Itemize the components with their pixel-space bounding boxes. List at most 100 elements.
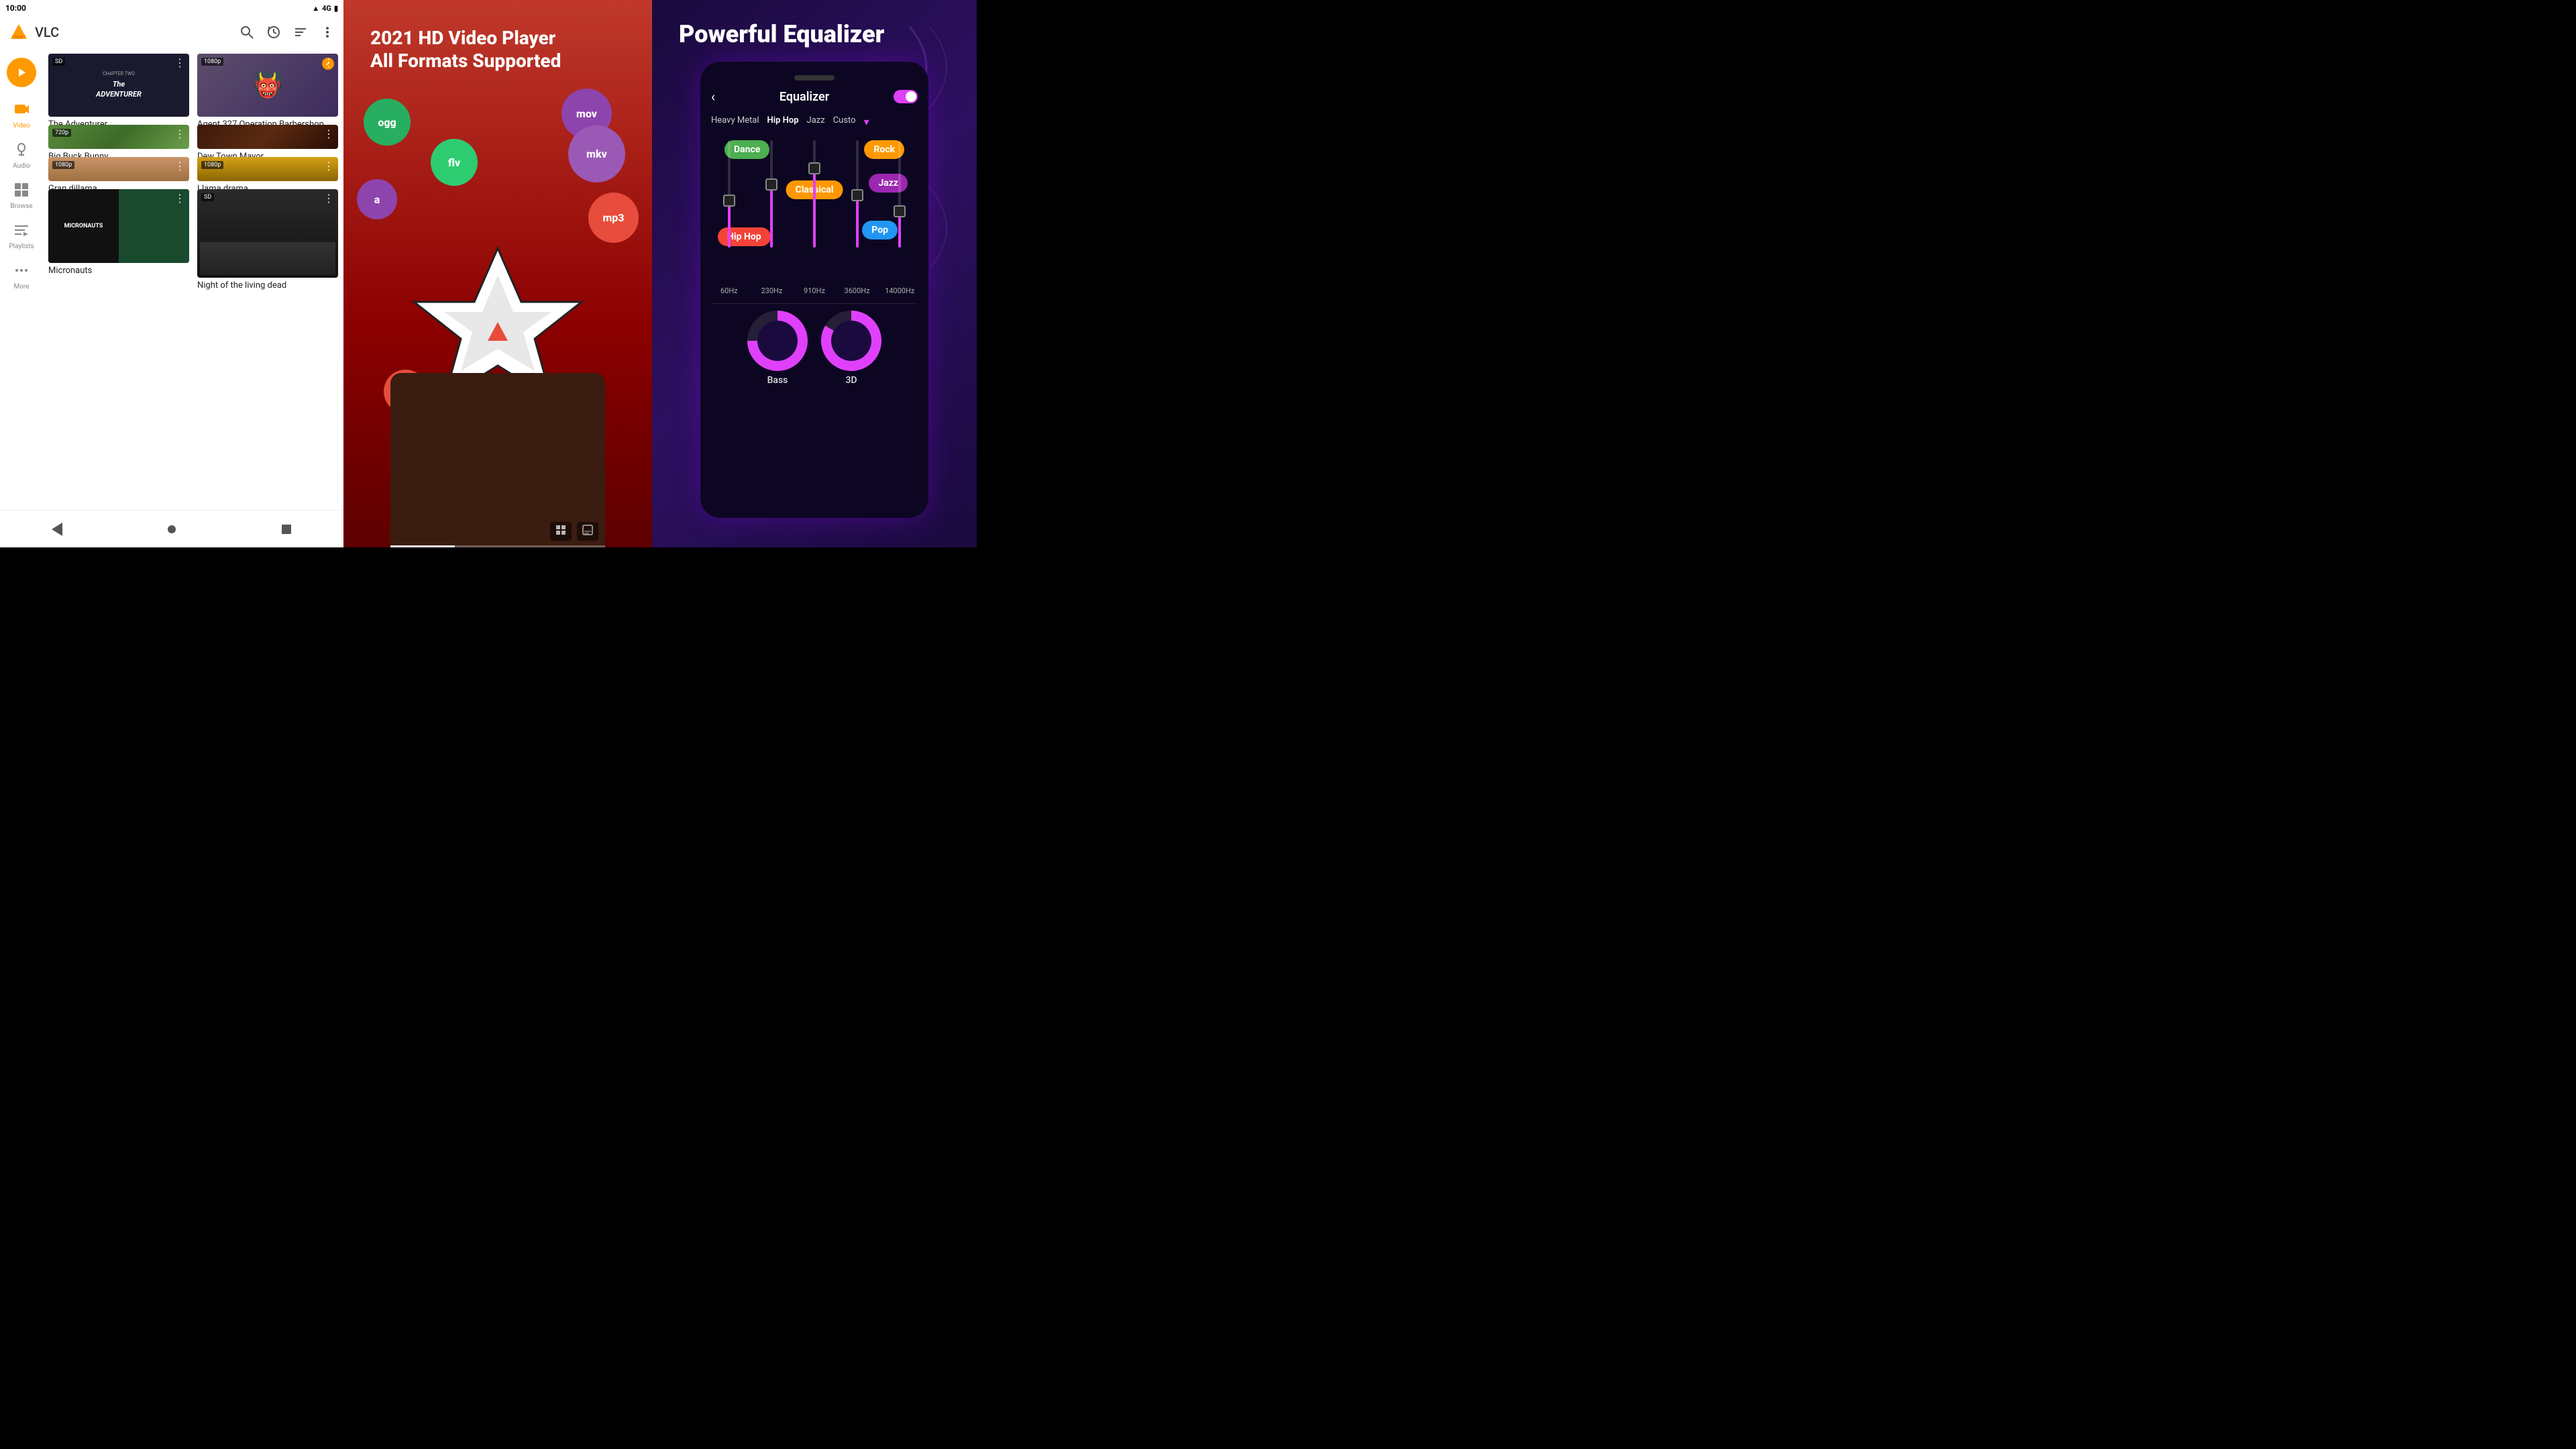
eq-toggle-dot [906,91,916,102]
play-icon[interactable] [7,58,36,87]
preset-heavymetal[interactable]: Heavy Metal [711,115,759,128]
freq-230hz: 230Hz [754,286,790,295]
middle-title: 2021 HD Video Player All Formats Support… [370,27,625,72]
eq-track-1 [728,140,731,248]
nav-browse[interactable]: Browse [3,177,40,215]
3d-knob[interactable] [821,311,881,371]
nav-playlists[interactable]: Playlists [3,217,40,255]
3d-knob-label: 3D [845,375,857,386]
more-icon-dewtown[interactable]: ⋮ [323,129,334,140]
eq-presets: Heavy Metal Hip Hop Jazz Custo ▾ [711,115,918,128]
hd-badge-bigbuck: 720p [52,129,71,137]
video-title-micro: Micronauts [48,266,189,277]
preset-custom[interactable]: Custo [833,115,856,128]
nav-audio[interactable]: Audio [3,137,40,174]
eq-freq-labels: 60Hz 230Hz 910Hz 3600Hz 14000Hz [711,286,918,295]
eq-bar-910hz [796,140,833,274]
video-card-micro[interactable]: MICRONAUTS ⋮ Micronauts [48,189,189,278]
video-card-night[interactable]: SD ⋮ Night of the living dead [197,189,338,278]
more-nav-icon [14,263,29,282]
freq-910hz: 910Hz [796,286,833,295]
app-title: VLC [35,24,233,40]
side-nav: Video Audio Browse Playlists [0,48,43,510]
recents-button[interactable] [273,516,300,543]
search-button[interactable] [239,24,255,40]
more-icon-adventurer[interactable]: ⋮ [174,58,185,68]
freq-14000hz: 14000Hz [881,286,918,295]
video-nav-label: Video [13,122,30,129]
progress-fill [390,545,455,547]
bass-knob-label: Bass [767,375,788,386]
eq-bar-60hz [711,140,747,274]
grid-icon [555,525,566,535]
home-button[interactable] [158,516,185,543]
vlc-panel: 10:00 ▲ 4G ▮ VLC [0,0,343,547]
video-title-night: Night of the living dead [197,280,338,292]
eq-bar-230hz [754,140,790,274]
eq-thumb-2[interactable] [765,178,777,191]
preset-hiphop[interactable]: Hip Hop [767,115,799,128]
eq-thumb-3[interactable] [808,162,820,174]
signal-icon: 4G [322,4,331,13]
video-card-dewtown[interactable]: ⋮ Dew Town Mayor 2 videos [197,125,338,149]
back-button[interactable] [44,516,70,543]
eq-thumb-5[interactable] [894,205,906,217]
eq-phone-mockup: ‹ Equalizer Heavy Metal Hip Hop Jazz Cus… [700,62,928,518]
playlists-nav-label: Playlists [9,243,34,250]
video-thumb-dewtown: ⋮ [197,125,338,149]
video-card-bigbuck[interactable]: 720p ⋮ Big Buck Bunny 9:56 [48,125,189,149]
toolbar-icons [239,24,335,40]
more-icon-llama[interactable]: ⋮ [323,161,334,172]
eq-thumb-1[interactable] [723,195,735,207]
home-icon [168,525,176,533]
eq-fill-4 [856,199,859,248]
eq-header-title: Equalizer [780,90,829,104]
middle-title-text: 2021 HD Video Player All Formats Support… [370,27,561,72]
bottom-nav [0,510,343,547]
bass-knob-container: Bass [747,311,808,386]
eq-bars-area: Dance Rock Jazz Classical Hip Hop Pop [711,133,918,281]
more-nav-label: More [13,283,29,290]
recents-icon [282,525,291,534]
video-thumb-llama: 1080p ⋮ [197,157,338,181]
nav-video[interactable]: Video [3,97,40,134]
eq-thumb-4[interactable] [851,189,863,201]
video-card-llama[interactable]: 1080p ⋮ Llama drama 1:30 [197,157,338,181]
eq-back-button[interactable]: ‹ [711,89,715,105]
top-bar: VLC [0,16,343,48]
more-icon-micro[interactable]: ⋮ [174,193,185,204]
video-thumb-micro: MICRONAUTS ⋮ [48,189,189,263]
more-options-button[interactable] [319,24,335,40]
eq-dropdown-icon[interactable]: ▾ [864,115,869,128]
3d-knob-inner [831,321,871,361]
subtitle-icon [582,525,593,535]
eq-bar-3600hz [839,140,875,274]
vlc-cone-icon [8,21,30,43]
sort-button[interactable] [292,24,309,40]
middle-panel: 2021 HD Video Player All Formats Support… [343,0,652,547]
video-card-adventurer[interactable]: SD CHAPTER TWO TheADVENTURER ⋮ The Adven… [48,54,189,117]
format-bubbles: ogg mov flv mkv mp3 a MP [343,85,652,547]
video-thumb-gran: 1080p ⋮ [48,157,189,181]
eq-toggle[interactable] [894,90,918,103]
bass-knob-inner [757,321,798,361]
video-card-gran[interactable]: 1080p ⋮ Gran dillama 2:26 [48,157,189,181]
video-thumb-night: SD ⋮ [197,189,338,278]
play-button[interactable] [3,54,40,91]
video-card-agent327[interactable]: 1080p ✓ 👹 ⋮ Agent 327 Operation Barbersh… [197,54,338,117]
more-icon-agent327[interactable]: ⋮ [323,58,334,68]
browse-nav-label: Browse [10,203,32,210]
equalizer-panel: Powerful Equalizer ‹ Equalizer Heavy Met… [652,0,977,547]
battery-icon: ▮ [334,4,338,13]
bass-knob[interactable] [747,311,808,371]
eq-fill-1 [728,205,731,248]
history-button[interactable] [266,24,282,40]
more-icon-night[interactable]: ⋮ [323,193,334,204]
nav-more[interactable]: More [3,258,40,295]
bubble-ogg: ogg [364,99,411,146]
audio-nav-icon [14,142,29,161]
more-icon-gran[interactable]: ⋮ [174,161,185,172]
bubble-mp3: mp3 [588,193,639,243]
preset-jazz[interactable]: Jazz [807,115,825,128]
more-icon-bigbuck[interactable]: ⋮ [174,129,185,140]
